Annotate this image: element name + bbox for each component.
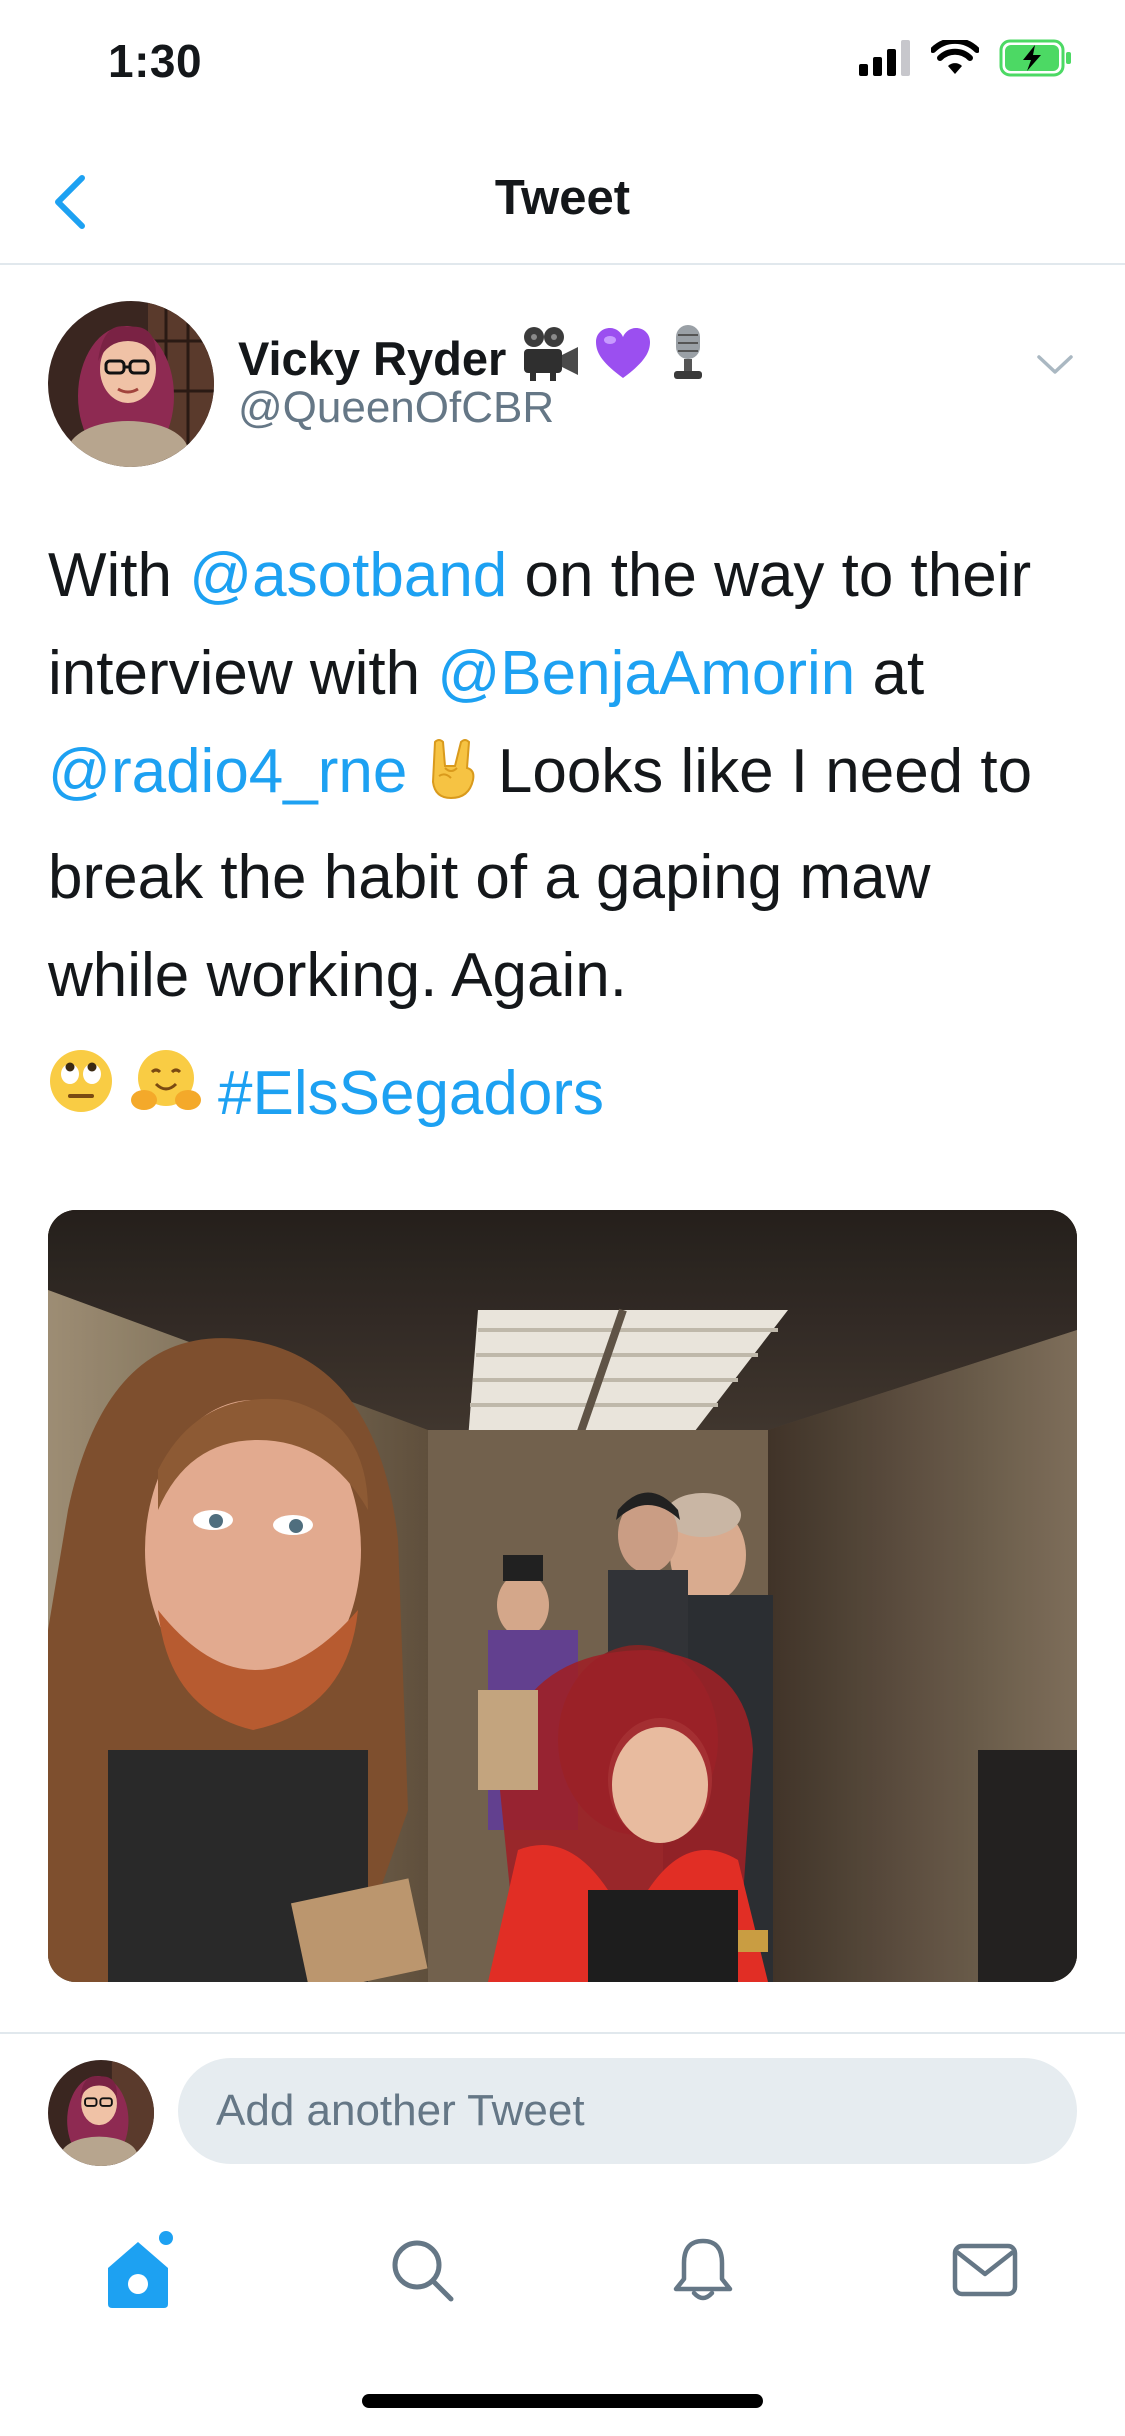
tweet-text-part: With <box>48 541 190 610</box>
status-icons <box>859 37 1073 82</box>
mention-link[interactable]: @radio4_rne <box>48 737 407 806</box>
divider <box>0 2032 1125 2034</box>
wifi-icon <box>930 37 980 81</box>
add-tweet-placeholder: Add another Tweet <box>216 2086 585 2135</box>
mail-icon <box>952 2243 1018 2297</box>
battery-charging-icon <box>999 39 1073 82</box>
home-icon <box>108 2231 173 2308</box>
mention-link[interactable]: @BenjaAmorin <box>437 639 855 708</box>
add-tweet-input[interactable]: Add another Tweet <box>178 2058 1077 2164</box>
microphone-icon <box>666 323 710 394</box>
eye-roll-face-icon <box>48 1045 114 1143</box>
signal-icon <box>859 39 911 81</box>
author-avatar[interactable] <box>48 301 214 467</box>
purple-heart-icon <box>594 326 652 391</box>
status-time: 1:30 <box>108 35 203 87</box>
tab-messages[interactable] <box>935 2220 1035 2320</box>
author-handle[interactable]: @QueenOfCBR <box>238 383 554 433</box>
tab-bar <box>0 2200 1125 2340</box>
author-name-text: Vicky Ryder <box>238 332 507 385</box>
movie-camera-icon <box>520 325 580 392</box>
tab-notifications[interactable] <box>653 2220 753 2320</box>
hugging-face-icon <box>130 1045 202 1143</box>
chevron-down-icon <box>1037 355 1073 374</box>
tweet-text: With @asotband on the way to their inter… <box>48 527 1088 1025</box>
reply-user-avatar <box>48 2060 154 2166</box>
tab-search[interactable] <box>372 2220 472 2320</box>
rock-hand-icon <box>425 731 481 829</box>
status-bar: 1:30 <box>0 0 1125 132</box>
bell-icon <box>673 2238 733 2301</box>
mention-link[interactable]: @asotband <box>189 541 507 610</box>
tweet-detail-screen: 1:30 Tweet Vicky Ryder @QueenOfCBR With … <box>0 0 1125 2436</box>
search-icon <box>392 2240 454 2302</box>
tweet-media-photo[interactable] <box>48 1210 1077 1982</box>
hashtag-link[interactable]: #ElsSegadors <box>218 1045 604 1143</box>
page-title: Tweet <box>494 171 631 225</box>
tweet-tags-line: #ElsSegadors <box>48 1045 604 1143</box>
tweet-text-part: at <box>855 639 925 708</box>
tweet-options-button[interactable] <box>1025 335 1085 395</box>
home-indicator <box>362 2394 763 2408</box>
nav-header: Tweet <box>0 132 1125 265</box>
tab-home[interactable] <box>90 2220 190 2320</box>
